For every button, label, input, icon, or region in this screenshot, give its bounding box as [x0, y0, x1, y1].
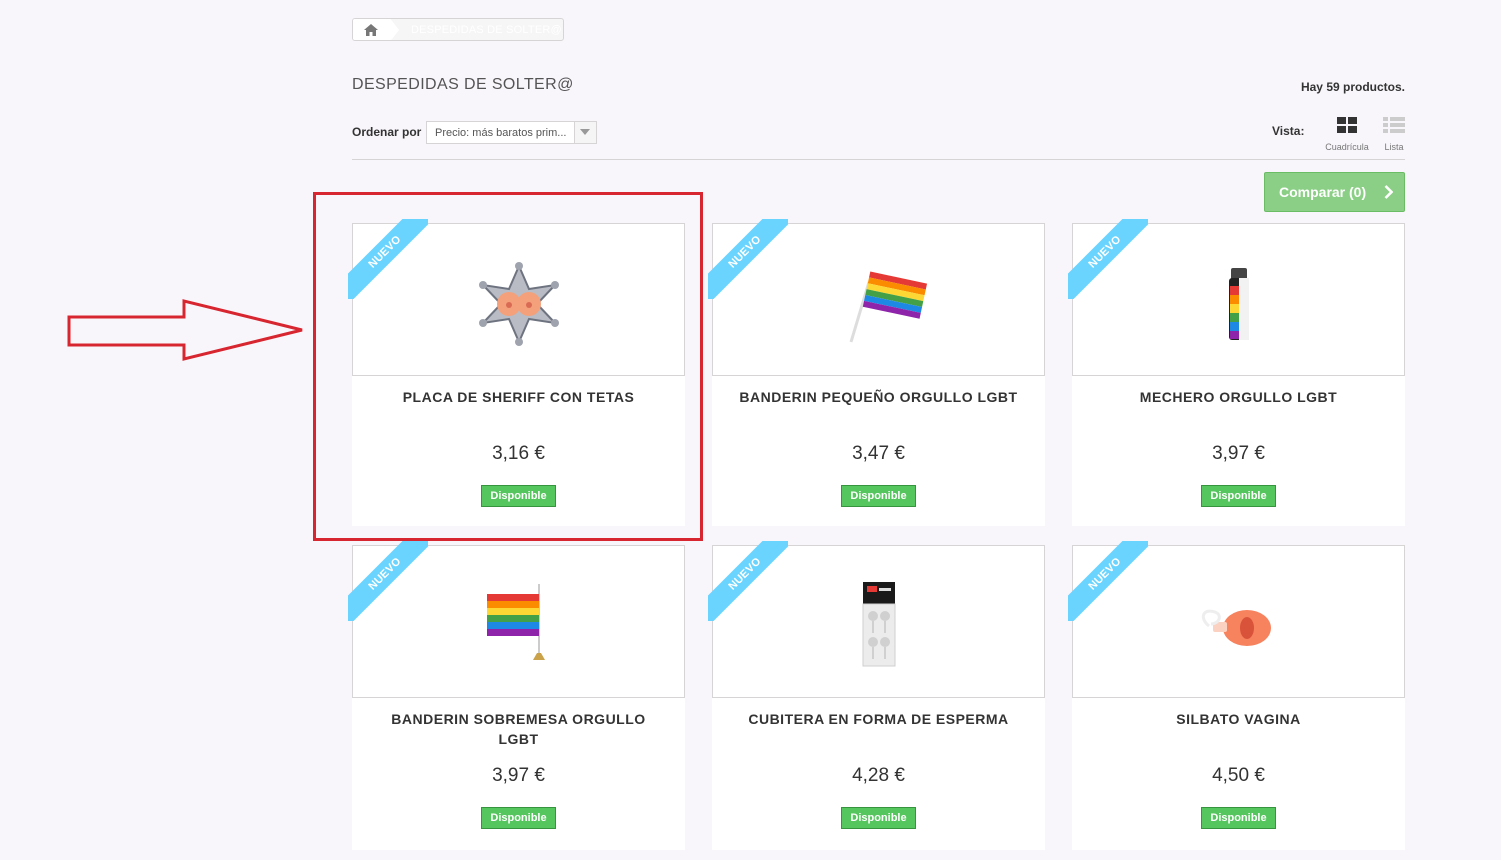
product-card[interactable]: NUEVO BANDERIN SOBREMESA ORGULLO LGBT 3,… [348, 541, 685, 850]
product-name[interactable]: MECHERO ORGULLO LGBT [1096, 387, 1381, 407]
new-badge-label: NUEVO [348, 219, 428, 299]
product-price: 3,97 € [1212, 443, 1265, 464]
view-label: Vista: [1272, 124, 1305, 138]
new-badge-label: NUEVO [708, 541, 788, 621]
new-badge: NUEVO [1068, 541, 1148, 621]
product-price: 4,28 € [852, 765, 905, 786]
availability-badge: Disponible [841, 485, 916, 507]
breadcrumb: DESPEDIDAS DE SOLTER@ [352, 18, 564, 41]
new-badge-label: NUEVO [1068, 219, 1148, 299]
product-card[interactable]: NUEVO PLACA DE SHERIFF CON TETAS 3,16 € … [348, 219, 685, 526]
product-card[interactable]: NUEVO CUBITERA EN FORMA DE ESPERMA 4,28 … [708, 541, 1045, 850]
chevron-right-icon [1384, 185, 1393, 199]
product-name[interactable]: PLACA DE SHERIFF CON TETAS [376, 387, 661, 407]
home-icon [364, 24, 378, 36]
availability-badge: Disponible [481, 485, 556, 507]
divider [352, 159, 1405, 160]
ice-tray-icon [862, 582, 896, 667]
new-badge: NUEVO [1068, 219, 1148, 299]
chevron-down-icon [580, 129, 590, 135]
availability-badge: Disponible [481, 807, 556, 829]
product-card[interactable]: NUEVO SILBATO VAGINA 4,50 € Disponible [1068, 541, 1405, 850]
page-title: DESPEDIDAS DE SOLTER@ [352, 76, 574, 93]
arrow-right-icon [67, 299, 303, 361]
grid-icon [1337, 117, 1357, 133]
product-price: 4,50 € [1212, 765, 1265, 786]
compare-button[interactable]: Comparar (0) [1264, 172, 1405, 212]
sort-selected-value: Precio: más baratos prim... [435, 127, 567, 139]
breadcrumb-current: DESPEDIDAS DE SOLTER@ [411, 24, 562, 36]
grid-view-button[interactable]: Cuadrícula [1322, 116, 1372, 152]
product-name[interactable]: SILBATO VAGINA [1096, 709, 1381, 729]
new-badge-label: NUEVO [1068, 541, 1148, 621]
product-name[interactable]: CUBITERA EN FORMA DE ESPERMA [736, 709, 1021, 729]
new-badge-label: NUEVO [708, 219, 788, 299]
list-view-label: Lista [1384, 142, 1404, 152]
breadcrumb-home-link[interactable] [353, 19, 389, 40]
availability-badge: Disponible [1201, 807, 1276, 829]
whistle-icon [1201, 609, 1271, 646]
new-badge: NUEVO [348, 219, 428, 299]
availability-badge: Disponible [1201, 485, 1276, 507]
lighter-icon [1229, 268, 1249, 340]
product-name[interactable]: BANDERIN PEQUEÑO ORGULLO LGBT [736, 387, 1021, 407]
grid-view-label: Cuadrícula [1325, 142, 1369, 152]
list-view-button[interactable]: Lista [1380, 116, 1408, 152]
sort-dropdown-button[interactable] [574, 122, 596, 143]
breadcrumb-separator [389, 19, 399, 40]
sheriff-badge-icon [479, 262, 559, 346]
product-price: 3,47 € [852, 443, 905, 464]
product-count: Hay 59 productos. [1300, 80, 1405, 94]
product-card[interactable]: NUEVO BANDERIN PEQUEÑO ORGULLO LGBT 3,47… [708, 219, 1045, 526]
compare-button-label: Comparar (0) [1279, 184, 1367, 200]
availability-badge: Disponible [841, 807, 916, 829]
new-badge: NUEVO [348, 541, 428, 621]
new-badge: NUEVO [708, 541, 788, 621]
desk-flag-icon [487, 584, 545, 660]
sort-select[interactable]: Precio: más baratos prim... [426, 121, 597, 144]
product-price: 3,97 € [492, 765, 545, 786]
product-card[interactable]: NUEVO MECHERO ORGULLO LGBT 3,97 € Dispon… [1068, 219, 1405, 526]
product-price: 3,16 € [492, 443, 545, 464]
rainbow-flag-icon [849, 271, 928, 343]
sort-label: Ordenar por [352, 125, 422, 139]
list-icon [1383, 117, 1405, 133]
new-badge: NUEVO [708, 219, 788, 299]
new-badge-label: NUEVO [348, 541, 428, 621]
product-name[interactable]: BANDERIN SOBREMESA ORGULLO LGBT [376, 709, 661, 749]
